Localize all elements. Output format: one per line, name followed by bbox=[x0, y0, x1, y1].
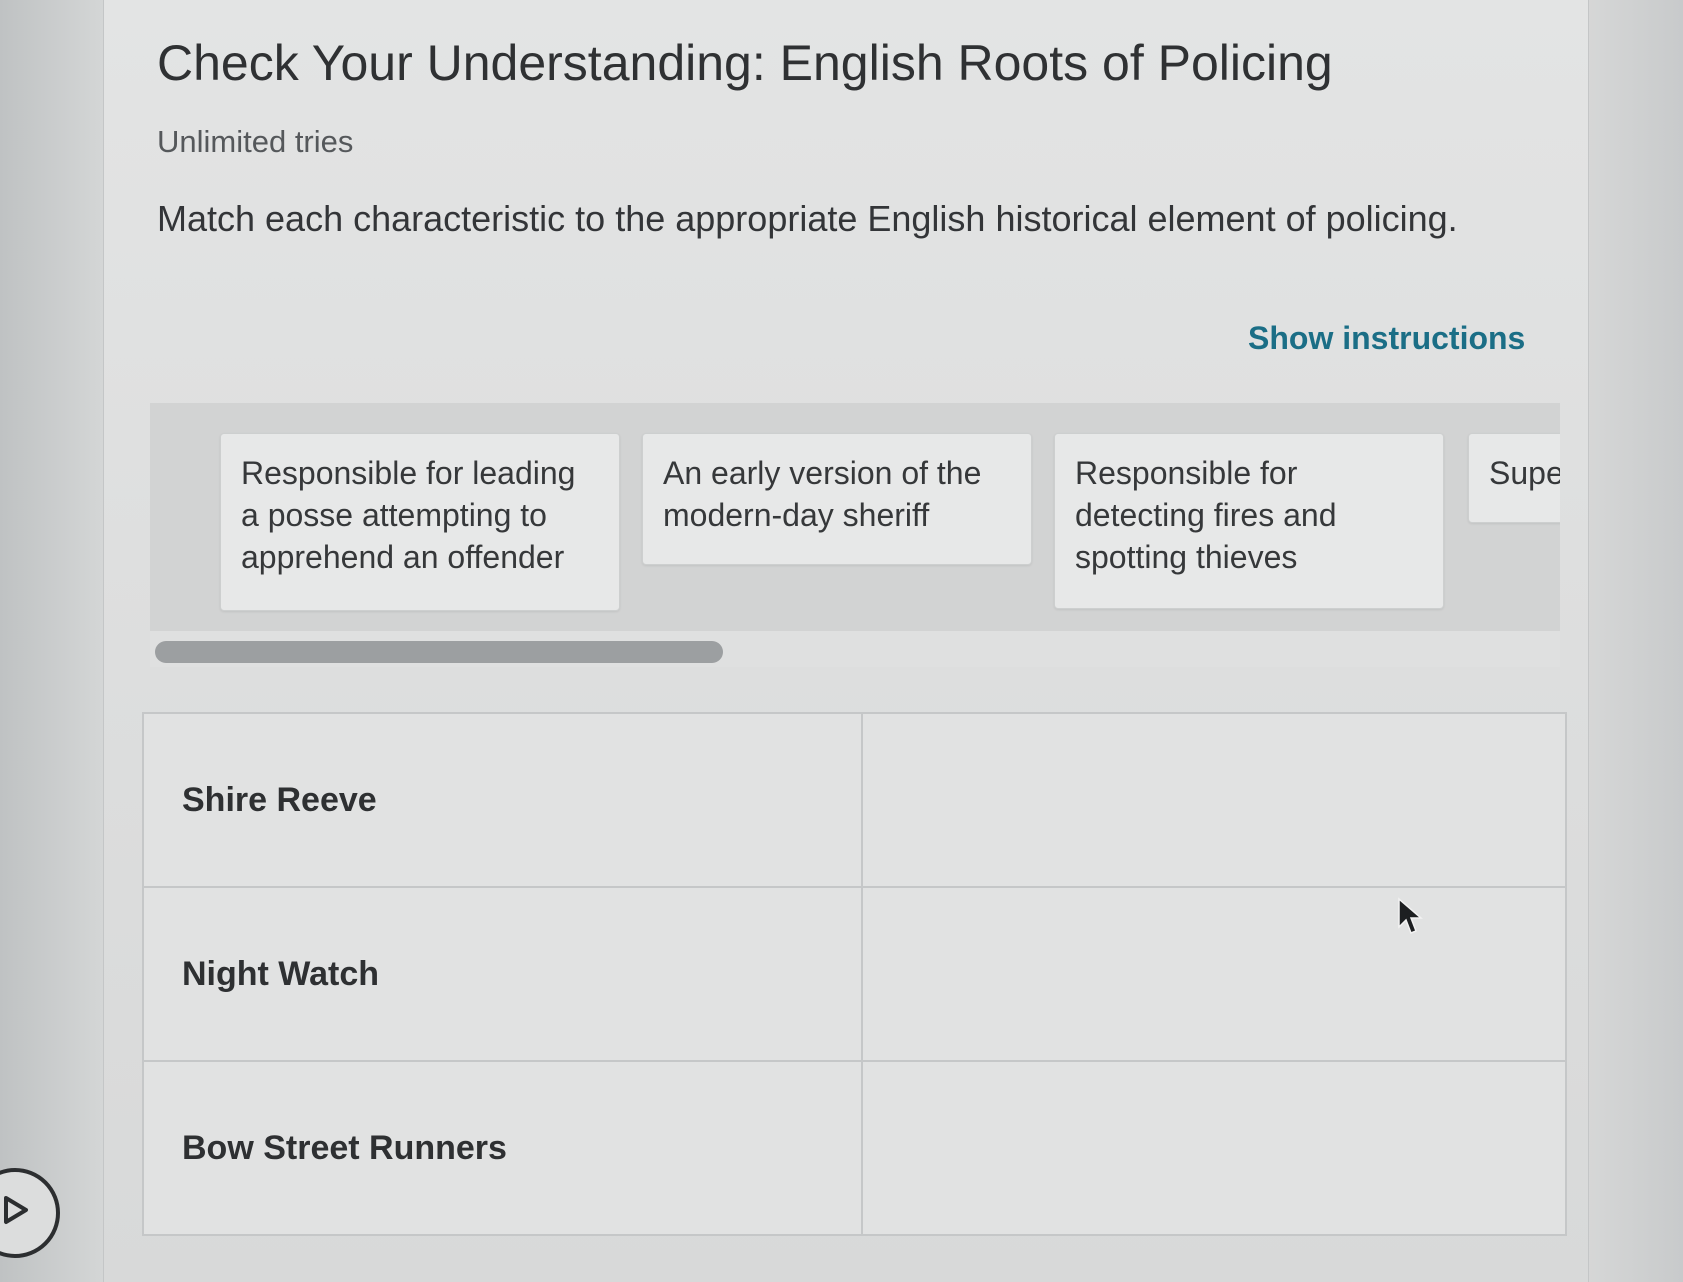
table-row: Bow Street Runners bbox=[141, 1060, 1567, 1236]
show-instructions-link[interactable]: Show instructions bbox=[1248, 320, 1525, 357]
page-title: Check Your Understanding: English Roots … bbox=[157, 35, 1333, 91]
row-label: Night Watch bbox=[141, 886, 864, 1062]
drop-zone[interactable] bbox=[861, 712, 1567, 888]
drop-zone[interactable] bbox=[861, 886, 1567, 1062]
left-margin bbox=[0, 0, 103, 1282]
match-table: Shire Reeve Night Watch Bow Street Runne… bbox=[141, 712, 1567, 1236]
right-margin bbox=[1587, 0, 1683, 1282]
answer-bank-scrollbar[interactable] bbox=[150, 631, 1560, 667]
answer-card[interactable]: An early version of the modern-day sheri… bbox=[642, 433, 1032, 565]
answer-card[interactable]: Responsible for leading a posse attempti… bbox=[220, 433, 620, 611]
table-row: Shire Reeve bbox=[141, 712, 1567, 888]
answer-bank: Responsible for leading a posse attempti… bbox=[150, 403, 1560, 631]
mouse-pointer-icon bbox=[1397, 897, 1425, 937]
answer-card[interactable]: Supe bbox=[1468, 433, 1560, 523]
row-label: Bow Street Runners bbox=[141, 1060, 864, 1236]
table-row: Night Watch bbox=[141, 886, 1567, 1062]
answer-card[interactable]: Responsible for detecting fires and spot… bbox=[1054, 433, 1444, 609]
scrollbar-thumb[interactable] bbox=[155, 641, 723, 663]
drop-zone[interactable] bbox=[861, 1060, 1567, 1236]
tries-label: Unlimited tries bbox=[157, 124, 354, 159]
question-prompt: Match each characteristic to the appropr… bbox=[157, 198, 1458, 239]
row-label: Shire Reeve bbox=[141, 712, 864, 888]
